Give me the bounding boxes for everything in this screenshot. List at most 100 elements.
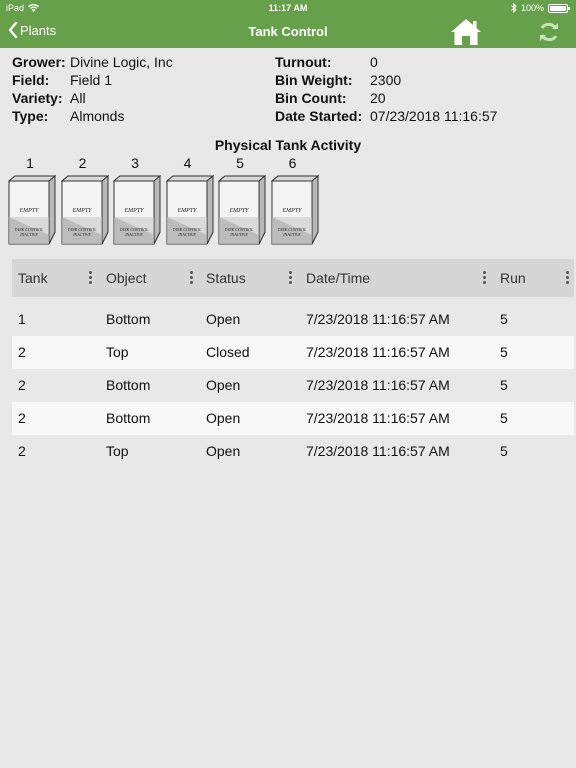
tank-cell: 1 (18, 311, 26, 327)
date-started-row: Date Started: 07/23/2018 11:16:57 (275, 107, 497, 125)
tank-graphic[interactable]: EMPTYTANK CONTROLINACTIVE (218, 175, 266, 245)
field-row: Field: Field 1 (12, 71, 173, 89)
column-menu-icon[interactable] (289, 271, 293, 285)
tank-state-label: EMPTY (123, 208, 144, 214)
object-cell: Bottom (106, 410, 151, 426)
run-cell: 5 (500, 410, 508, 426)
clock: 11:17 AM (268, 3, 308, 13)
datetime-cell: 7/23/2018 11:16:57 AM (306, 443, 450, 459)
table-header: Tank Object Status Date/Time Run (12, 259, 574, 297)
tank-state-label: EMPTY (228, 208, 249, 214)
bluetooth-icon (511, 3, 517, 13)
field-value: Field 1 (70, 72, 113, 88)
grower-info: Grower: Divine Logic, Inc Field: Field 1… (12, 53, 173, 125)
object-cell: Top (106, 344, 129, 360)
tank-graphic[interactable]: EMPTYTANK CONTROLINACTIVE (113, 175, 161, 245)
turnout-value: 0 (370, 54, 378, 70)
tank-graphic[interactable]: EMPTYTANK CONTROLINACTIVE (8, 175, 56, 245)
tank-state-label: EMPTY (18, 208, 39, 214)
turnout-label: Turnout: (275, 54, 332, 70)
tank-number-label: 1 (26, 155, 34, 171)
tank-activity-title: Physical Tank Activity (214, 137, 362, 153)
status-cell: Open (206, 377, 241, 393)
datetime-cell: 7/23/2018 11:16:57 AM (306, 410, 450, 426)
column-header-object[interactable]: Object (106, 259, 146, 297)
battery-icon (548, 3, 570, 13)
object-cell: Bottom (106, 377, 151, 393)
tank-graphic[interactable]: EMPTYTANK CONTROLINACTIVE (165, 175, 214, 245)
column-menu-icon[interactable] (190, 271, 194, 285)
tank-control-state-label: INACTIVE (282, 232, 301, 237)
tank-number-label: 2 (78, 155, 87, 171)
tank-number-label: 5 (236, 155, 244, 171)
date-started-value: 07/23/2018 11:16:57 (370, 108, 498, 124)
run-cell: 5 (500, 377, 508, 393)
bin-count-value: 20 (370, 90, 386, 106)
grower-label: Grower: (12, 54, 66, 70)
table-row[interactable]: 2 Bottom Open 7/23/2018 11:16:57 AM 5 (12, 402, 574, 435)
bin-weight-row: Bin Weight: 2300 (275, 71, 497, 89)
tank-control-state-label: INACTIVE (72, 232, 91, 237)
tank-number-label: 6 (288, 155, 297, 171)
bin-weight-label: Bin Weight: (275, 72, 353, 88)
variety-value: All (70, 90, 86, 106)
table-row[interactable]: 2 Top Closed 7/23/2018 11:16:57 AM 5 (12, 336, 574, 369)
field-label: Field: (12, 72, 50, 88)
column-header-tank[interactable]: Tank (18, 259, 48, 297)
bin-weight-value: 2300 (370, 72, 402, 88)
table-row[interactable]: 2 Top Open 7/23/2018 11:16:57 AM 5 (12, 435, 574, 468)
tank-cell: 2 (18, 410, 26, 426)
turnout-row: Turnout: 0 (275, 53, 497, 71)
status-cell: Closed (206, 344, 250, 360)
tank-number-label: 3 (131, 155, 139, 171)
tank-state-label: EMPTY (176, 208, 197, 214)
table-row[interactable]: 1 Bottom Open 7/23/2018 11:16:57 AM 5 (12, 303, 574, 336)
tank-state-label: EMPTY (281, 208, 302, 214)
tank-cell: 2 (18, 443, 26, 459)
column-menu-icon[interactable] (483, 271, 487, 285)
refresh-icon[interactable] (537, 20, 561, 44)
column-header-run[interactable]: Run (500, 259, 526, 297)
run-cell: 5 (500, 443, 508, 459)
variety-row: Variety: All (12, 89, 173, 107)
date-started-label: Date Started: (275, 108, 363, 124)
tank-state-label: EMPTY (71, 208, 92, 214)
tank-cell: 2 (18, 344, 26, 360)
column-header-datetime[interactable]: Date/Time (306, 259, 370, 297)
tank-graphic[interactable]: EMPTYTANK CONTROLINACTIVE (60, 175, 109, 245)
object-cell: Bottom (106, 311, 151, 327)
table-row[interactable]: 2 Bottom Open 7/23/2018 11:16:57 AM 5 (12, 369, 574, 402)
status-cell: Open (206, 410, 241, 426)
status-cell: Open (206, 311, 241, 327)
tank-graphic[interactable]: EMPTYTANK CONTROLINACTIVE (270, 175, 319, 245)
battery-percent: 100% (520, 3, 544, 13)
tank-control-state-label: INACTIVE (229, 232, 248, 237)
grower-value: Divine Logic, Inc (70, 54, 173, 70)
bin-count-row: Bin Count: 20 (275, 89, 497, 107)
datetime-cell: 7/23/2018 11:16:57 AM (306, 377, 450, 393)
run-cell: 5 (500, 344, 508, 360)
status-cell: Open (206, 443, 241, 459)
page-title: Tank Control (248, 24, 328, 39)
column-header-status[interactable]: Status (206, 259, 246, 297)
nav-bar: Plants Tank Control (0, 16, 576, 48)
datetime-cell: 7/23/2018 11:16:57 AM (306, 311, 450, 327)
status-bar: iPad 11:17 AM 100% (0, 0, 576, 16)
tank-cell: 2 (18, 377, 26, 393)
type-label: Type: (12, 108, 49, 124)
column-menu-icon[interactable] (566, 271, 570, 285)
run-cell: 5 (500, 311, 508, 327)
type-row: Type: Almonds (12, 107, 173, 125)
type-value: Almonds (70, 108, 125, 124)
run-info: Turnout: 0 Bin Weight: 2300 Bin Count: 2… (275, 53, 497, 125)
datetime-cell: 7/23/2018 11:16:57 AM (306, 344, 450, 360)
tank-control-state-label: INACTIVE (124, 232, 143, 237)
bin-count-label: Bin Count: (275, 90, 347, 106)
column-menu-icon[interactable] (89, 271, 93, 285)
tank-control-state-label: INACTIVE (177, 232, 196, 237)
tank-number-label: 4 (183, 155, 192, 171)
home-icon[interactable] (449, 17, 483, 47)
grower-row: Grower: Divine Logic, Inc (12, 53, 173, 71)
variety-label: Variety: (12, 90, 63, 106)
tank-control-state-label: INACTIVE (19, 232, 38, 237)
